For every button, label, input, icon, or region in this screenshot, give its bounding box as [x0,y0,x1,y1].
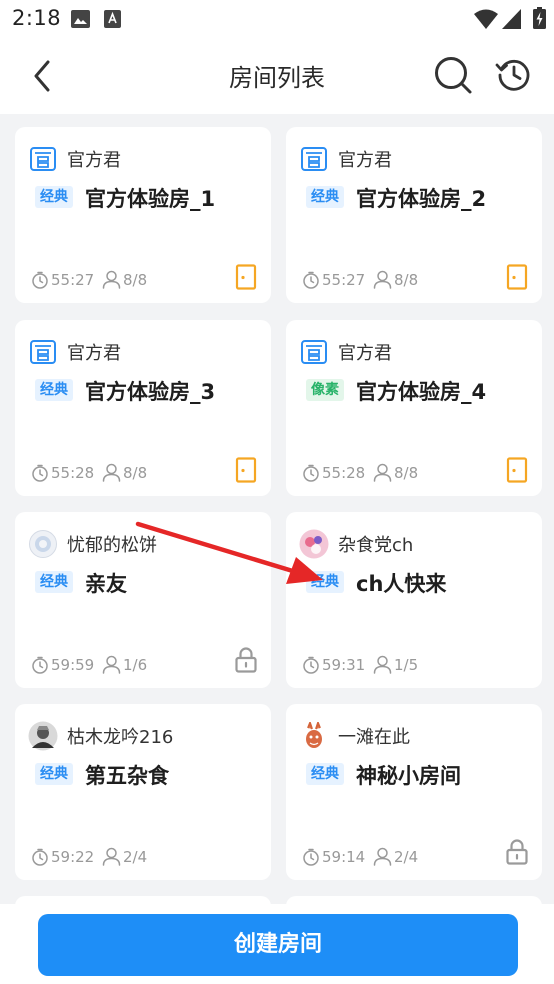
room-name: 官方体验房_2 [356,187,487,211]
player-count: 2/4 [394,848,419,866]
mode-tag: 经典 [306,571,344,593]
owner-name: 枯木龙吟216 [67,727,174,748]
person-icon [373,463,392,482]
room-name: 官方体验房_1 [85,187,216,211]
official-icon [300,338,328,366]
room-card[interactable]: 杂食党ch 经典 ch人快来 59:31 1/5 [286,512,542,688]
owner-name: 一滩在此 [338,727,410,748]
timer-icon [303,656,319,674]
official-icon [29,145,57,173]
player-count: 8/8 [123,271,148,289]
lock-icon [506,839,528,865]
room-list-screen: 2:18 房间列表 官方君 经典 官方体验房_1 55:27 8/8 官方君 经… [0,0,554,984]
room-card[interactable]: 官方君 经典 官方体验房_3 55:28 8/8 [15,320,271,496]
timer-icon [32,656,48,674]
user-avatar [28,721,58,751]
room-name: 神秘小房间 [356,764,461,788]
status-bar: 2:18 [0,0,554,38]
user-avatar [300,720,328,750]
elapsed-time: 55:28 [51,464,95,482]
status-time: 2:18 [12,6,62,30]
player-count: 8/8 [394,271,419,289]
player-count: 1/6 [123,656,148,674]
mode-tag: 经典 [35,379,73,401]
door-icon [506,457,528,483]
signal-icon [502,9,521,29]
search-icon[interactable] [432,54,474,96]
door-icon [235,457,257,483]
elapsed-time: 55:27 [322,271,366,289]
room-name: ch人快来 [356,572,447,596]
door-icon [235,264,257,290]
owner-name: 官方君 [67,150,121,171]
user-avatar [29,530,57,558]
person-icon [373,655,392,674]
mode-tag: 经典 [306,186,344,208]
history-icon[interactable] [494,55,534,95]
room-card[interactable]: 一滩在此 经典 神秘小房间 59:14 2/4 [286,704,542,880]
wifi-icon [474,9,498,29]
mode-tag: 经典 [35,763,73,785]
mode-tag: 经典 [35,571,73,593]
create-room-button[interactable]: 创建房间 [38,914,518,976]
elapsed-time: 59:22 [51,848,95,866]
image-icon [71,10,90,28]
person-icon [102,847,121,866]
room-card[interactable]: 官方君 经典 官方体验房_2 55:27 8/8 [286,127,542,303]
room-name: 第五杂食 [85,764,169,788]
elapsed-time: 59:31 [322,656,366,674]
person-icon [373,847,392,866]
official-icon [300,145,328,173]
elapsed-time: 59:14 [322,848,366,866]
person-icon [102,270,121,289]
room-card[interactable]: 枯木龙吟216 经典 第五杂食 59:22 2/4 [15,704,271,880]
door-icon [506,264,528,290]
timer-icon [32,271,48,289]
timer-icon [303,464,319,482]
room-name: 亲友 [85,572,127,596]
room-grid: 官方君 经典 官方体验房_1 55:27 8/8 官方君 经典 官方体验房_2 … [0,114,554,936]
bottom-bar: 创建房间 [0,904,554,984]
timer-icon [303,271,319,289]
timer-icon [32,848,48,866]
player-count: 8/8 [123,464,148,482]
owner-name: 官方君 [338,150,392,171]
timer-icon [32,464,48,482]
owner-name: 忧郁的松饼 [67,535,157,556]
mode-tag: 像素 [306,379,344,401]
room-card[interactable]: 官方君 像素 官方体验房_4 55:28 8/8 [286,320,542,496]
owner-name: 官方君 [67,343,121,364]
a-box-icon [104,10,121,28]
mode-tag: 经典 [35,186,73,208]
elapsed-time: 55:28 [322,464,366,482]
person-icon [102,655,121,674]
player-count: 2/4 [123,848,148,866]
room-card[interactable]: 忧郁的松饼 经典 亲友 59:59 1/6 [15,512,271,688]
timer-icon [303,848,319,866]
elapsed-time: 59:59 [51,656,95,674]
person-icon [373,270,392,289]
room-name: 官方体验房_3 [85,380,216,404]
lock-icon [235,647,257,673]
player-count: 8/8 [394,464,419,482]
app-header: 房间列表 [0,38,554,114]
user-avatar [299,529,329,559]
person-icon [102,463,121,482]
owner-name: 杂食党ch [338,535,414,556]
owner-name: 官方君 [338,343,392,364]
room-name: 官方体验房_4 [356,380,487,404]
mode-tag: 经典 [306,763,344,785]
player-count: 1/5 [394,656,419,674]
official-icon [29,338,57,366]
room-card[interactable]: 官方君 经典 官方体验房_1 55:27 8/8 [15,127,271,303]
battery-icon [533,7,546,29]
elapsed-time: 55:27 [51,271,95,289]
